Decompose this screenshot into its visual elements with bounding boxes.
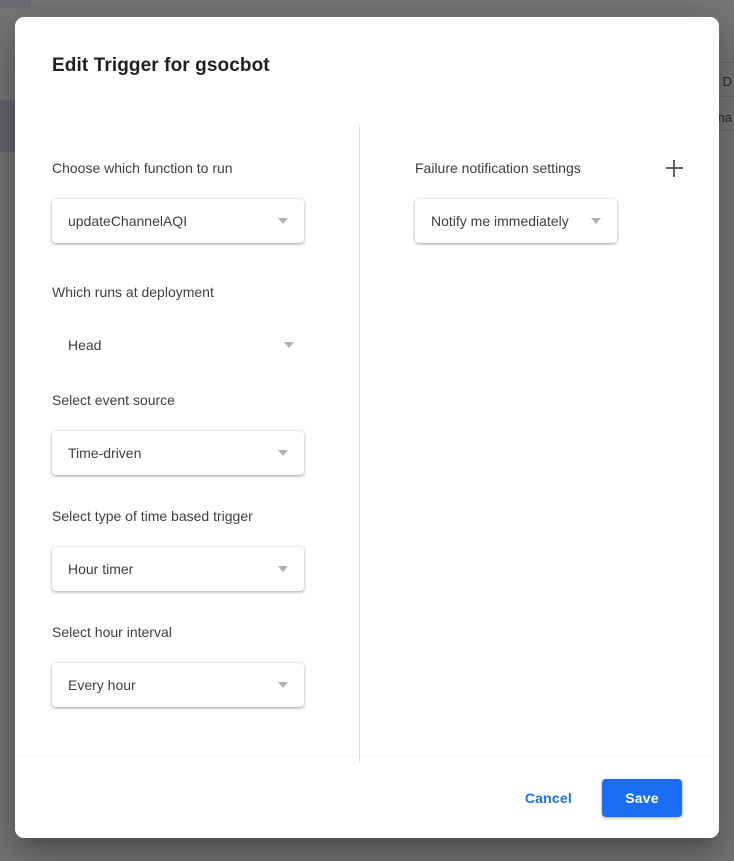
select-value: Hour timer <box>68 561 134 577</box>
select-hour-interval[interactable]: Every hour <box>52 663 304 707</box>
field-deployment: Which runs at deployment Head <box>52 283 352 367</box>
field-label: Which runs at deployment <box>52 284 214 300</box>
field-label: Select event source <box>52 392 175 408</box>
chevron-down-icon <box>278 566 288 572</box>
chevron-down-icon <box>278 450 288 456</box>
select-value: Every hour <box>68 677 136 693</box>
field-label: Select type of time based trigger <box>52 508 253 524</box>
add-notification-button[interactable] <box>656 150 692 186</box>
right-column: Failure notification settings Notify me … <box>415 101 705 243</box>
field-hour-interval: Select hour interval Every hour <box>52 623 352 707</box>
field-time-based-trigger-type: Select type of time based trigger Hour t… <box>52 507 352 591</box>
select-deployment[interactable]: Head <box>52 323 304 367</box>
field-failure-notification: Failure notification settings Notify me … <box>415 159 705 243</box>
chevron-down-icon <box>284 342 294 348</box>
column-divider <box>359 125 360 762</box>
field-label: Choose which function to run <box>52 160 233 176</box>
select-value: Notify me immediately <box>431 213 569 229</box>
dialog-footer: Cancel Save <box>15 758 719 838</box>
chevron-down-icon <box>278 218 288 224</box>
field-event-source: Select event source Time-driven <box>52 391 352 475</box>
select-function-to-run[interactable]: updateChannelAQI <box>52 199 304 243</box>
select-time-based-trigger-type[interactable]: Hour timer <box>52 547 304 591</box>
left-column: Choose which function to run updateChann… <box>52 101 352 707</box>
dialog-title: Edit Trigger for gsocbot <box>52 55 270 76</box>
plus-icon <box>673 159 675 177</box>
cancel-button[interactable]: Cancel <box>513 780 584 816</box>
select-value: Head <box>68 337 102 353</box>
dialog-body: Choose which function to run updateChann… <box>15 101 719 762</box>
edit-trigger-dialog: Edit Trigger for gsocbot Choose which fu… <box>15 17 719 838</box>
select-failure-notification[interactable]: Notify me immediately <box>415 199 617 243</box>
chevron-down-icon <box>591 218 601 224</box>
field-function-to-run: Choose which function to run updateChann… <box>52 159 352 243</box>
field-label: Select hour interval <box>52 624 172 640</box>
field-label: Failure notification settings <box>415 160 581 176</box>
failure-notification-header: Failure notification settings <box>415 159 683 177</box>
select-value: updateChannelAQI <box>68 213 188 229</box>
select-value: Time-driven <box>68 445 142 461</box>
chevron-down-icon <box>278 682 288 688</box>
save-button[interactable]: Save <box>602 779 682 817</box>
select-event-source[interactable]: Time-driven <box>52 431 304 475</box>
